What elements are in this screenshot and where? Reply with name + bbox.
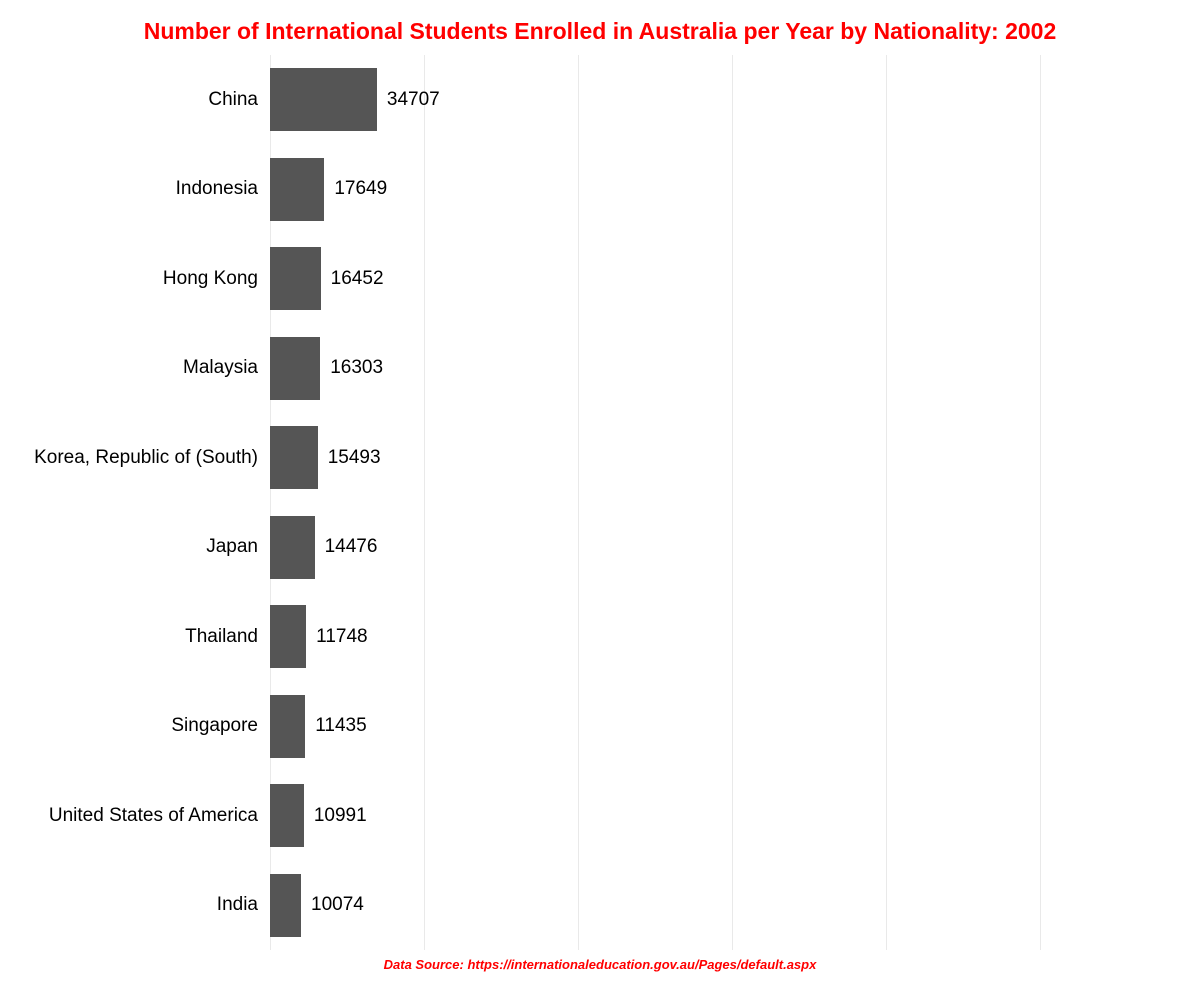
bar-value-label: 10991 — [314, 805, 367, 827]
bar-value-label: 17649 — [334, 178, 387, 200]
category-label: Indonesia — [176, 178, 258, 200]
plot-area: 34707 17649 16452 16303 15493 14476 11748 11435… — [270, 55, 1040, 950]
bar — [270, 426, 318, 489]
bar-row: 34707 — [270, 68, 1040, 131]
category-label: Japan — [206, 536, 258, 558]
bar-row: 10074 — [270, 874, 1040, 937]
category-label: Malaysia — [183, 357, 258, 379]
bar-value-label: 16303 — [330, 357, 383, 379]
bar-row: 17649 — [270, 158, 1040, 221]
bar-row: 10991 — [270, 784, 1040, 847]
bar — [270, 874, 301, 937]
bar — [270, 784, 304, 847]
bar-value-label: 16452 — [331, 268, 384, 290]
bar — [270, 158, 324, 221]
bar-value-label: 34707 — [387, 89, 440, 111]
bar-value-label: 10074 — [311, 894, 364, 916]
category-label: Thailand — [185, 626, 258, 648]
bar-value-label: 14476 — [325, 536, 378, 558]
gridline — [1040, 55, 1041, 950]
bar-row: 16303 — [270, 337, 1040, 400]
chart-container: Number of International Students Enrolle… — [0, 0, 1200, 1000]
bar — [270, 247, 321, 310]
bar — [270, 68, 377, 131]
category-label: India — [217, 894, 258, 916]
bar-value-label: 11748 — [316, 626, 367, 648]
bar-row: 14476 — [270, 516, 1040, 579]
bar — [270, 605, 306, 668]
chart-title: Number of International Students Enrolle… — [0, 18, 1200, 45]
bar-value-label: 15493 — [328, 447, 381, 469]
bar — [270, 337, 320, 400]
bar-row: 15493 — [270, 426, 1040, 489]
bar-value-label: 11435 — [315, 715, 366, 737]
category-label: China — [208, 89, 258, 111]
category-label: Hong Kong — [163, 268, 258, 290]
bar-row: 11435 — [270, 695, 1040, 758]
bar-row: 11748 — [270, 605, 1040, 668]
data-source-note: Data Source: https://internationaleducat… — [0, 957, 1200, 972]
category-label: United States of America — [49, 805, 258, 827]
category-label: Korea, Republic of (South) — [34, 447, 258, 469]
bar — [270, 695, 305, 758]
bar-row: 16452 — [270, 247, 1040, 310]
bar — [270, 516, 315, 579]
category-label: Singapore — [171, 715, 258, 737]
